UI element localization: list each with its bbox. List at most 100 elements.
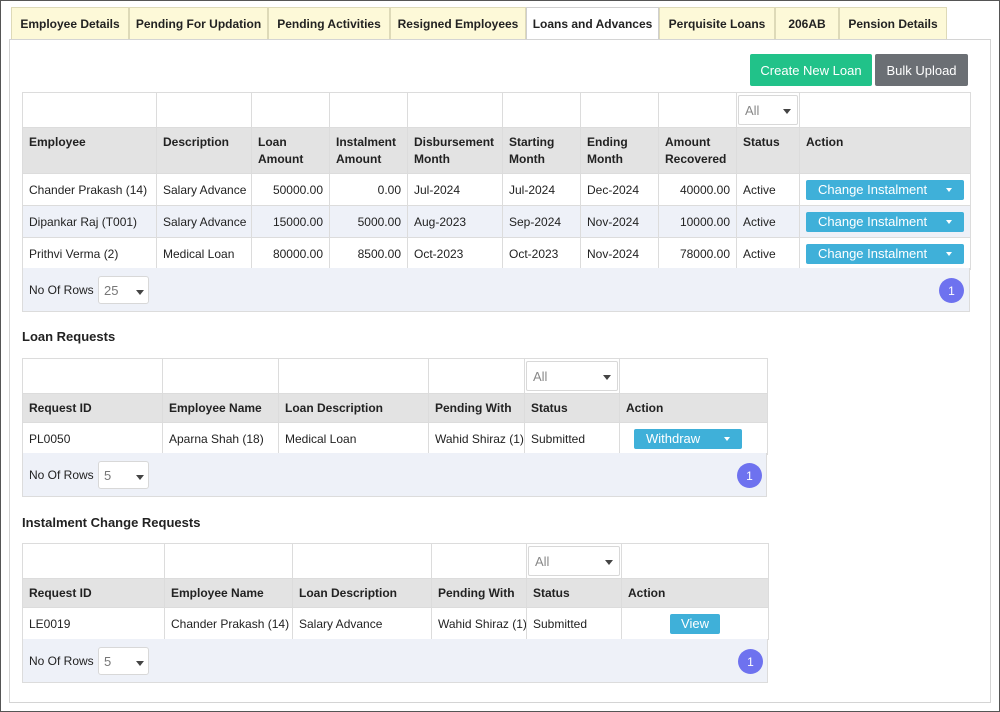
tab-pending-activities[interactable]: Pending Activities [268, 7, 390, 39]
filter-instalment[interactable] [329, 92, 408, 128]
cell-disbursement: Oct-2023 [407, 237, 503, 270]
tab-resigned-employees[interactable]: Resigned Employees [390, 7, 526, 39]
column-header[interactable]: Instalment Amount [329, 127, 408, 174]
tab-pension-details[interactable]: Pension Details [839, 7, 947, 39]
rows-label: No Of Rows : [29, 468, 101, 482]
column-header[interactable]: Amount Recovered [658, 127, 737, 174]
status-filter-select[interactable]: All [528, 546, 620, 576]
filter-status-cell: All [736, 92, 800, 128]
cell-status: Active [736, 205, 800, 238]
change-instalment-button[interactable]: Change Instalment [806, 211, 964, 232]
chevron-down-icon [724, 436, 730, 441]
filter-description[interactable] [156, 92, 252, 128]
tab-loans-and-advances[interactable]: Loans and Advances [526, 7, 659, 40]
column-header[interactable]: Employee Name [164, 578, 293, 608]
tab-perquisite-loans[interactable]: Perquisite Loans [659, 7, 775, 39]
column-header[interactable]: Employee [22, 127, 157, 174]
cell-ending: Dec-2024 [580, 173, 659, 206]
column-header[interactable]: Description [156, 127, 252, 174]
bulk-upload-button[interactable]: Bulk Upload [875, 54, 968, 86]
column-header[interactable]: Loan Description [292, 578, 432, 608]
status-filter-select[interactable]: All [526, 361, 618, 391]
cell-status: Active [736, 173, 800, 206]
cell-description: Medical Loan [156, 237, 252, 270]
chevron-down-icon [605, 560, 613, 565]
cell-action: View [621, 607, 769, 640]
status-filter-value: All [745, 102, 760, 118]
app-frame: Employee Details Pending For Updation Pe… [0, 0, 1000, 712]
filter-starting[interactable] [502, 92, 581, 128]
create-new-loan-button[interactable]: Create New Loan [750, 54, 872, 86]
filter-recovered[interactable] [658, 92, 737, 128]
column-header[interactable]: Status [524, 393, 620, 423]
column-header[interactable]: Loan Description [278, 393, 429, 423]
filter-row: All [22, 543, 769, 579]
column-header[interactable]: Request ID [22, 578, 165, 608]
cell-employee-name: Aparna Shah (18) [162, 422, 279, 455]
table-row: Chander Prakash (14) Salary Advance 5000… [22, 173, 971, 206]
filter-employee[interactable] [22, 92, 157, 128]
page-1-button[interactable]: 1 [737, 463, 762, 488]
cell-status: Submitted [526, 607, 622, 640]
chevron-down-icon [946, 187, 952, 192]
filter-employee-name[interactable] [162, 358, 279, 394]
cell-disbursement: Aug-2023 [407, 205, 503, 238]
filter-row: All [22, 358, 768, 394]
table-row: LE0019 Chander Prakash (14) Salary Advan… [22, 607, 769, 640]
filter-request-id[interactable] [22, 358, 163, 394]
filter-disbursement[interactable] [407, 92, 503, 128]
filter-pending-with[interactable] [431, 543, 527, 579]
button-label: Change Instalment [818, 214, 928, 229]
table-row: Dipankar Raj (T001) Salary Advance 15000… [22, 205, 971, 238]
column-header[interactable]: Status [526, 578, 622, 608]
tab-206ab[interactable]: 206AB [775, 7, 839, 39]
rows-per-page-select[interactable]: 25 [98, 276, 149, 304]
instalment-requests-table: All Request ID Employee Name Loan Descri… [22, 543, 769, 640]
cell-action: Change Instalment [799, 173, 971, 206]
view-button[interactable]: View [670, 613, 720, 634]
column-header[interactable]: Ending Month [580, 127, 659, 174]
rows-per-page-select[interactable]: 5 [98, 461, 149, 489]
header-row: Request ID Employee Name Loan Descriptio… [22, 393, 768, 423]
column-header[interactable]: Pending With [428, 393, 525, 423]
status-filter-select[interactable]: All [738, 95, 798, 125]
column-header[interactable]: Starting Month [502, 127, 581, 174]
loans-table-footer: No Of Rows : 25 1 [22, 268, 970, 312]
tab-employee-details[interactable]: Employee Details [11, 7, 129, 39]
filter-employee-name[interactable] [164, 543, 293, 579]
column-header[interactable]: Pending With [431, 578, 527, 608]
column-header: Action [799, 127, 971, 174]
column-header[interactable]: Request ID [22, 393, 163, 423]
filter-request-id[interactable] [22, 543, 165, 579]
page-1-button[interactable]: 1 [939, 278, 964, 303]
loan-requests-table: All Request ID Employee Name Loan Descri… [22, 358, 768, 455]
rows-label: No Of Rows : [29, 654, 101, 668]
cell-loan-amount: 50000.00 [251, 173, 330, 206]
page-1-button[interactable]: 1 [738, 649, 763, 674]
column-header[interactable]: Loan Amount [251, 127, 330, 174]
cell-ending: Nov-2024 [580, 205, 659, 238]
filter-ending[interactable] [580, 92, 659, 128]
tab-pending-for-updation[interactable]: Pending For Updation [129, 7, 268, 39]
change-instalment-button[interactable]: Change Instalment [806, 179, 964, 200]
column-header[interactable]: Status [736, 127, 800, 174]
filter-loan-description[interactable] [278, 358, 429, 394]
tab-label: 206AB [788, 16, 826, 31]
rows-label: No Of Rows : [29, 283, 101, 297]
column-header[interactable]: Disbursement Month [407, 127, 503, 174]
column-header[interactable]: Employee Name [162, 393, 279, 423]
change-instalment-button[interactable]: Change Instalment [806, 243, 964, 264]
filter-loan-description[interactable] [292, 543, 432, 579]
cell-ending: Nov-2024 [580, 237, 659, 270]
section-title: Loan Requests [22, 329, 116, 344]
rows-per-page-select[interactable]: 5 [98, 647, 149, 675]
cell-instalment: 8500.00 [329, 237, 408, 270]
cell-pending-with: Wahid Shiraz (1) [431, 607, 527, 640]
cell-action: Change Instalment [799, 237, 971, 270]
filter-pending-with[interactable] [428, 358, 525, 394]
withdraw-button[interactable]: Withdraw [634, 428, 742, 449]
chevron-down-icon [603, 375, 611, 380]
tab-label: Pending For Updation [135, 16, 262, 31]
filter-loan-amount[interactable] [251, 92, 330, 128]
cell-status: Active [736, 237, 800, 270]
